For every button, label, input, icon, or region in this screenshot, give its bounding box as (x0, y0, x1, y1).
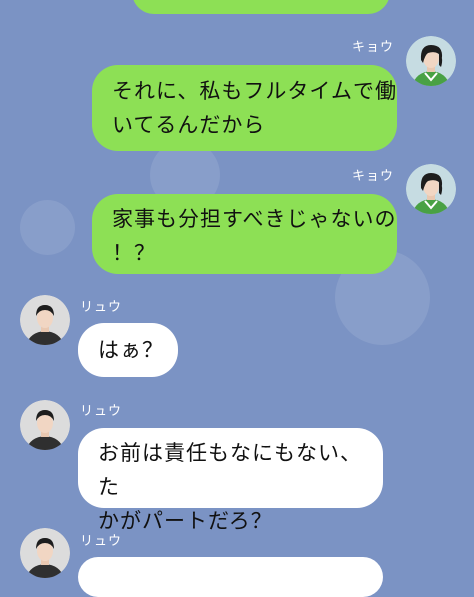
woman-avatar-icon[interactable] (406, 36, 456, 86)
man-avatar-icon[interactable] (20, 295, 70, 345)
my-message-bubble[interactable] (132, 0, 390, 14)
sender-name: キョウ (352, 40, 395, 55)
my-message-bubble[interactable]: 家事も分担すべきじゃないの ！？ (92, 194, 397, 274)
sender-name: リュウ (80, 404, 123, 419)
man-avatar-icon[interactable] (20, 528, 70, 578)
message-line: はぁ？ (98, 338, 164, 362)
message-line: いてるんだから (112, 113, 266, 137)
background-bokeh (20, 200, 75, 255)
their-message-bubble[interactable] (78, 557, 383, 597)
sender-name: リュウ (80, 534, 123, 549)
sender-name: リュウ (80, 300, 123, 315)
message-line: かがパートだろ？ (98, 509, 273, 533)
sender-name: キョウ (352, 169, 395, 184)
their-message-bubble[interactable]: はぁ？ (78, 323, 178, 377)
message-line: それに、私もフルタイムで働 (112, 79, 397, 103)
message-line: ！？ (112, 241, 156, 265)
my-message-bubble[interactable]: それに、私もフルタイムで働 いてるんだから (92, 65, 397, 151)
man-avatar-icon[interactable] (20, 400, 70, 450)
their-message-bubble[interactable]: お前は責任もなにもない、た かがパートだろ？ (78, 428, 383, 533)
message-line: 家事も分担すべきじゃないの (112, 207, 397, 231)
woman-avatar-icon[interactable] (406, 164, 456, 214)
message-line: お前は責任もなにもない、た (98, 441, 362, 499)
